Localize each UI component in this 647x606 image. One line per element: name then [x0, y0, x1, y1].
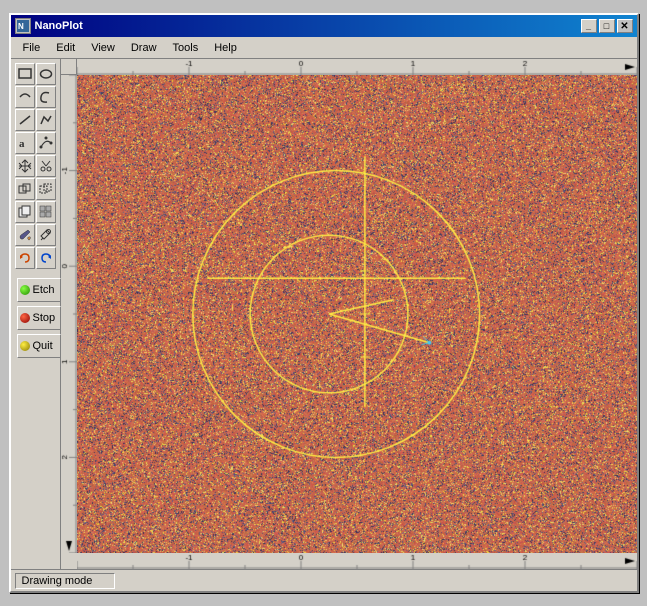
ruler-left [61, 75, 77, 553]
main-content: a [11, 59, 637, 569]
tool-row-8 [15, 224, 56, 246]
ruler-bottom [77, 553, 637, 569]
line-tool[interactable] [15, 109, 35, 131]
move-tool[interactable] [15, 155, 35, 177]
svg-text:a: a [19, 138, 25, 150]
undo-tool[interactable] [15, 247, 35, 269]
tool-row-5 [15, 155, 56, 177]
tool-row-7 [15, 201, 56, 223]
etch-led [20, 285, 30, 295]
canvas-area [61, 59, 637, 569]
tool-row-1 [15, 63, 56, 85]
menu-draw[interactable]: Draw [123, 40, 165, 56]
close-button[interactable]: ✕ [617, 19, 633, 33]
quit-led [20, 341, 30, 351]
tool-row-2 [15, 86, 56, 108]
rectangle-tool[interactable] [15, 63, 35, 85]
etch-label: Etch [33, 284, 55, 296]
tool-row-9 [15, 247, 56, 269]
svg-text:N: N [18, 22, 24, 31]
title-bar: N NanoPlot _ □ ✕ [11, 15, 637, 37]
title-bar-buttons: _ □ ✕ [581, 19, 633, 33]
tool-row-6 [15, 178, 56, 200]
action-buttons: Etch Stop Quit [15, 278, 56, 358]
text-tool[interactable]: a [15, 132, 35, 154]
stop-button[interactable]: Stop [17, 306, 61, 330]
open-curve-tool[interactable] [15, 86, 35, 108]
quit-label: Quit [33, 340, 53, 352]
node-edit-tool[interactable] [36, 132, 56, 154]
etch-button[interactable]: Etch [17, 278, 61, 302]
grid-tool[interactable] [36, 201, 56, 223]
ellipse-tool[interactable] [36, 63, 56, 85]
quit-button[interactable]: Quit [17, 334, 61, 358]
menu-edit[interactable]: Edit [48, 40, 83, 56]
ungroup-tool[interactable] [36, 178, 56, 200]
eyedropper-tool[interactable] [36, 224, 56, 246]
scissors-tool[interactable] [36, 155, 56, 177]
menu-help[interactable]: Help [206, 40, 245, 56]
toolbar: a [11, 59, 61, 569]
status-bar: Drawing mode [11, 569, 637, 591]
window-icon: N [15, 18, 31, 34]
polyline-tool[interactable] [36, 109, 56, 131]
paint-tool[interactable] [15, 224, 35, 246]
tool-row-3 [15, 109, 56, 131]
ruler-top [77, 59, 637, 75]
minimize-button[interactable]: _ [581, 19, 597, 33]
tool-row-4: a [15, 132, 56, 154]
redo-tool[interactable] [36, 247, 56, 269]
main-drawing-canvas[interactable] [77, 75, 637, 553]
top-ruler-row [61, 59, 637, 75]
status-mode-text: Drawing mode [22, 575, 93, 587]
group-tool[interactable] [15, 178, 35, 200]
window-title: NanoPlot [35, 20, 581, 32]
maximize-button[interactable]: □ [599, 19, 615, 33]
menu-file[interactable]: File [15, 40, 49, 56]
ruler-corner [61, 59, 77, 75]
canvas-row [61, 75, 637, 553]
menu-view[interactable]: View [83, 40, 123, 56]
menu-tools[interactable]: Tools [165, 40, 207, 56]
closed-curve-tool[interactable] [36, 86, 56, 108]
menu-bar: File Edit View Draw Tools Help [11, 37, 637, 59]
stop-led [20, 313, 30, 323]
canvas-with-ruler [61, 59, 637, 569]
main-window: N NanoPlot _ □ ✕ File Edit View Draw Too… [9, 13, 639, 593]
copy-paste-tool[interactable] [15, 201, 35, 223]
stop-label: Stop [33, 312, 56, 324]
status-mode: Drawing mode [15, 573, 115, 589]
